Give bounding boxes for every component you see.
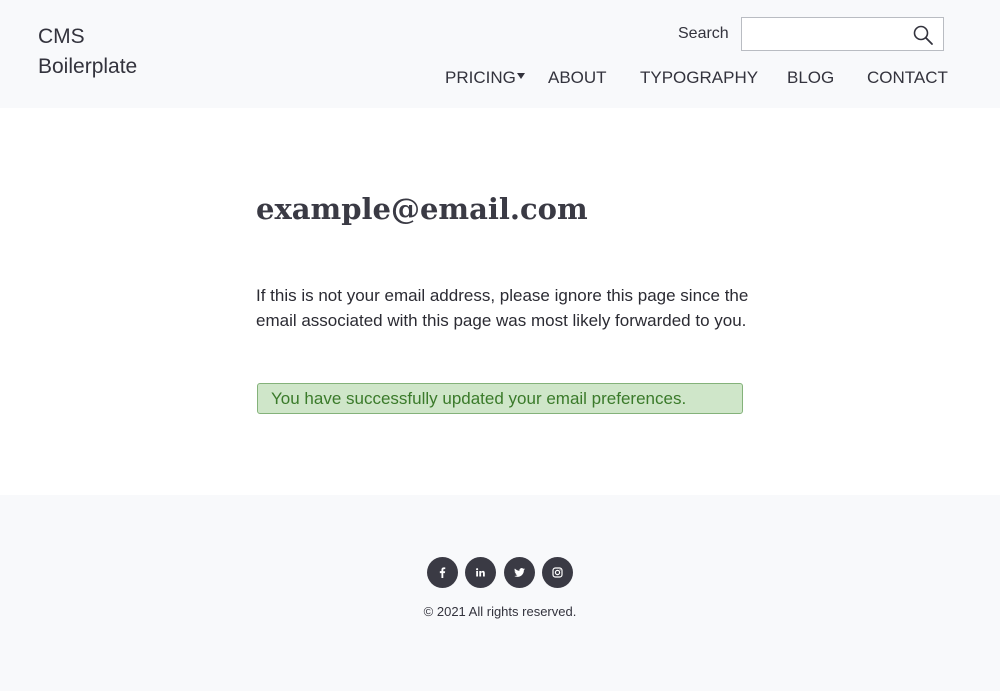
nav-contact[interactable]: CONTACT xyxy=(867,67,948,89)
instagram-icon[interactable] xyxy=(542,557,573,588)
search-label: Search xyxy=(678,25,729,42)
nav-blog[interactable]: BLOG xyxy=(787,67,834,89)
search-icon[interactable] xyxy=(912,24,934,46)
success-alert: You have successfully updated your email… xyxy=(257,383,743,414)
page-title: example@email.com xyxy=(256,192,588,226)
facebook-icon[interactable] xyxy=(427,557,458,588)
linkedin-icon[interactable] xyxy=(465,557,496,588)
logo-line-1: CMS xyxy=(38,25,85,48)
info-message: If this is not your email address, pleas… xyxy=(256,286,749,330)
site-footer: © 2021 All rights reserved. xyxy=(0,495,1000,691)
copyright-text: © 2021 All rights reserved. xyxy=(423,604,577,619)
search-input[interactable] xyxy=(742,18,907,50)
nav-pricing[interactable]: PRICING xyxy=(445,67,516,89)
twitter-icon[interactable] xyxy=(504,557,535,588)
site-logo[interactable]: CMS Boilerplate xyxy=(38,22,137,82)
nav-about[interactable]: ABOUT xyxy=(548,67,607,89)
logo-line-2: Boilerplate xyxy=(38,55,138,78)
chevron-down-icon[interactable] xyxy=(517,73,525,79)
nav-typography[interactable]: TYPOGRAPHY xyxy=(640,67,758,89)
site-header: CMS Boilerplate Search PRICING ABOUT TYP… xyxy=(0,0,1000,108)
search-box xyxy=(741,17,944,51)
